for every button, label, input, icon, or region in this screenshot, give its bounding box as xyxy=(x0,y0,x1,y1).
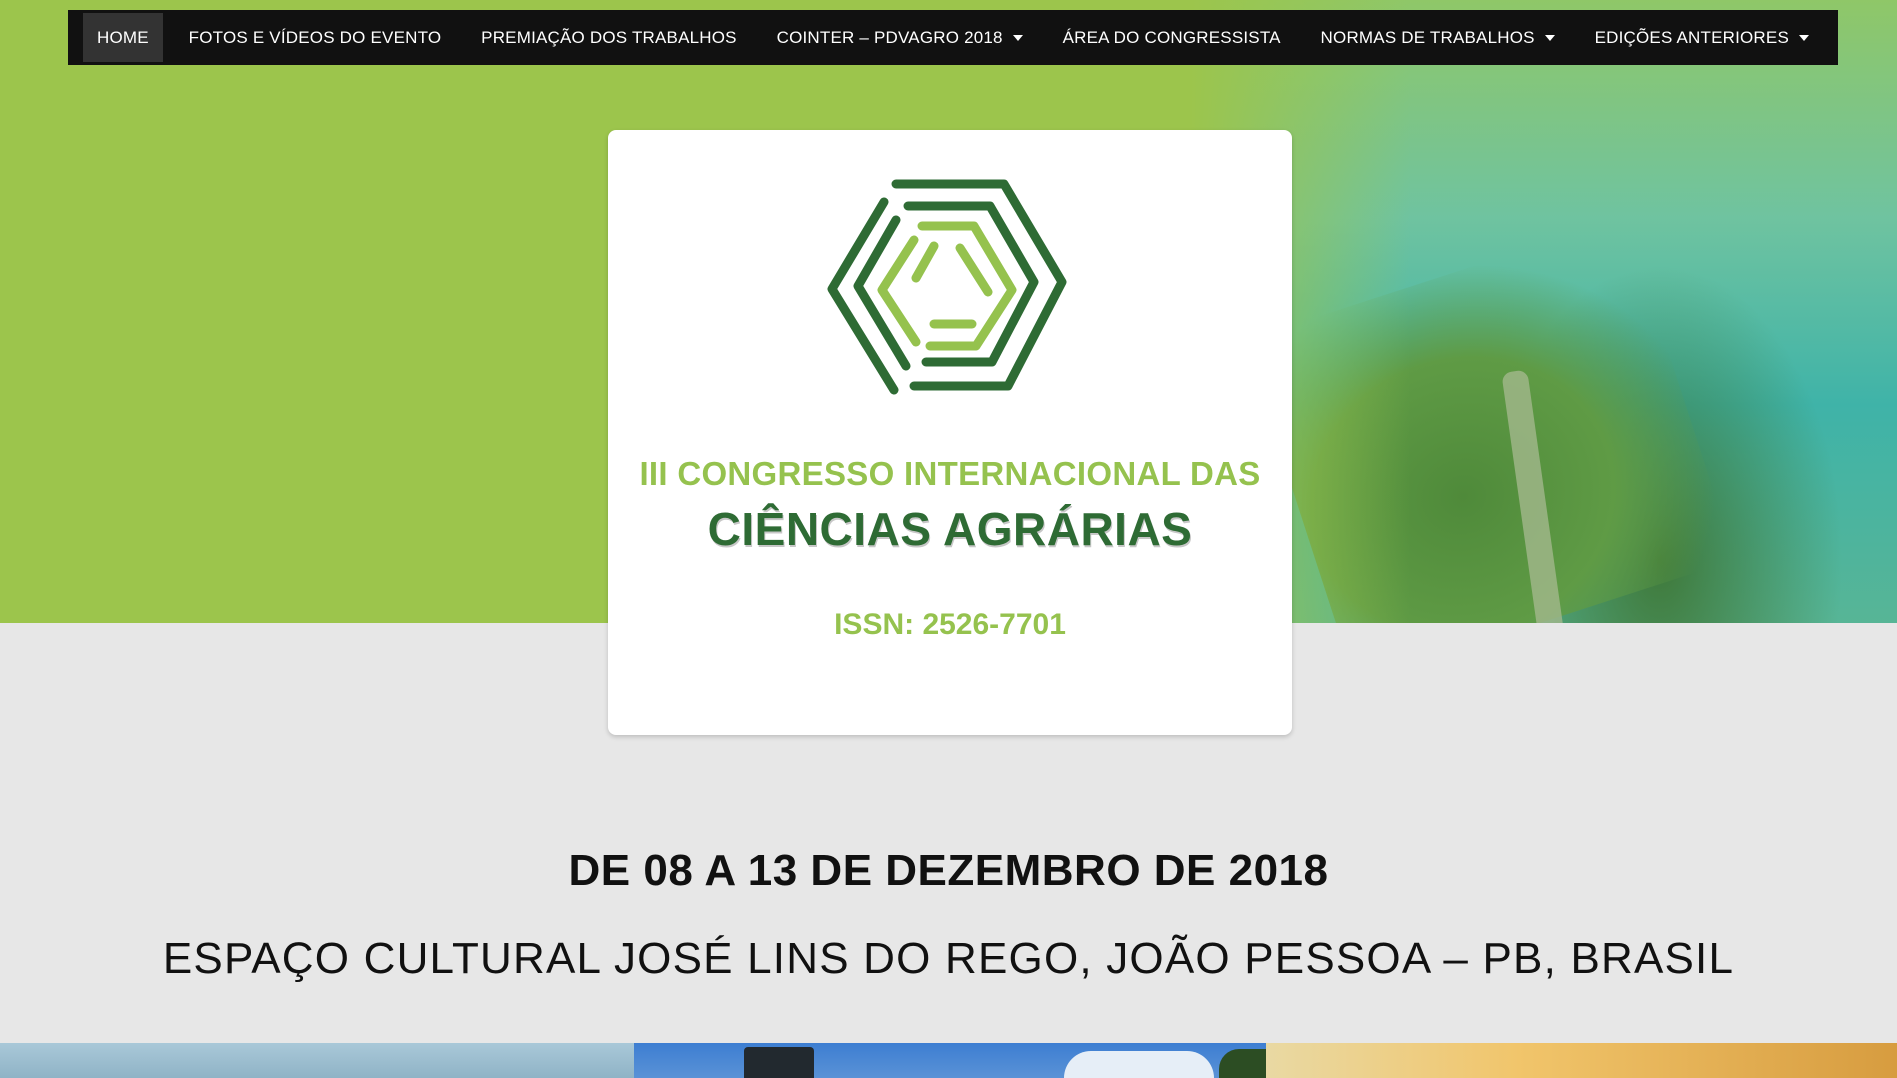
caret-down-icon xyxy=(1798,34,1809,41)
nav-item-label: HOME xyxy=(97,27,149,47)
issn-label: ISSN: 2526-7701 xyxy=(834,608,1066,641)
main-navigation: HOME FOTOS E VÍDEOS DO EVENTO PREMIAÇÃO … xyxy=(68,10,1838,65)
gallery-thumbnail-1[interactable] xyxy=(0,1043,634,1078)
nav-item-label: EDIÇÕES ANTERIORES xyxy=(1594,27,1789,47)
nav-item-label: COINTER – PDVAGRO 2018 xyxy=(776,27,1003,47)
congress-title-line2: CIÊNCIAS AGRÁRIAS xyxy=(707,503,1193,555)
cloud-shape xyxy=(1064,1051,1214,1078)
monument-silhouette xyxy=(744,1047,814,1078)
congress-title-line1: III CONGRESSO INTERNACIONAL DAS xyxy=(639,455,1261,492)
nav-item-fotos-videos[interactable]: FOTOS E VÍDEOS DO EVENTO xyxy=(175,13,456,62)
gallery-thumbnail-2[interactable] xyxy=(634,1043,1266,1078)
caret-down-icon xyxy=(1544,34,1555,41)
tree-silhouette xyxy=(1219,1049,1266,1078)
gallery-thumbnail-3[interactable] xyxy=(1266,1043,1897,1078)
nav-item-edicoes-anteriores[interactable]: EDIÇÕES ANTERIORES xyxy=(1581,13,1823,62)
event-logo-card: III CONGRESSO INTERNACIONAL DAS CIÊNCIAS… xyxy=(608,130,1292,735)
caret-down-icon xyxy=(1012,34,1023,41)
nav-item-premiacao[interactable]: PREMIAÇÃO DOS TRABALHOS xyxy=(467,13,751,62)
event-date: DE 08 A 13 DE DEZEMBRO DE 2018 xyxy=(568,846,1329,895)
nav-item-label: ÁREA DO CONGRESSISTA xyxy=(1062,27,1281,47)
nav-item-label: PREMIAÇÃO DOS TRABALHOS xyxy=(481,27,737,47)
nav-item-area-congressista[interactable]: ÁREA DO CONGRESSISTA xyxy=(1049,13,1295,62)
nav-item-normas-trabalhos[interactable]: NORMAS DE TRABALHOS xyxy=(1307,13,1569,62)
nav-item-label: NORMAS DE TRABALHOS xyxy=(1320,27,1535,47)
coastline-photo xyxy=(1190,0,1897,623)
nav-item-home[interactable]: HOME xyxy=(83,13,163,62)
nav-item-label: FOTOS E VÍDEOS DO EVENTO xyxy=(188,27,442,47)
nav-item-cointer-pdvagro[interactable]: COINTER – PDVAGRO 2018 xyxy=(763,13,1037,62)
hexagon-maze-icon xyxy=(827,179,1067,395)
event-venue: ESPAÇO CULTURAL JOSÉ LINS DO REGO, JOÃO … xyxy=(162,934,1735,983)
